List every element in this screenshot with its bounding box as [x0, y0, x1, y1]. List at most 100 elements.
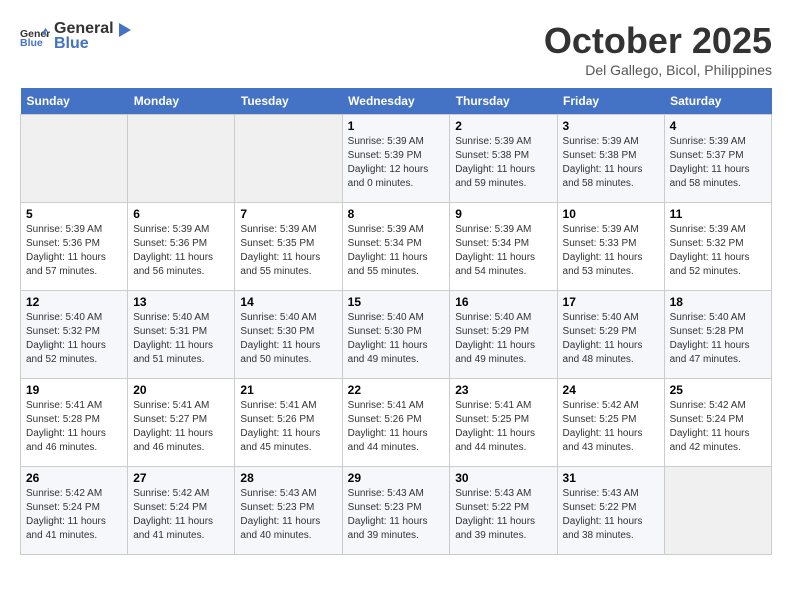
calendar-cell: 28 Sunrise: 5:43 AMSunset: 5:23 PMDayligh…	[235, 467, 342, 555]
cell-details: Sunrise: 5:41 AMSunset: 5:26 PMDaylight:…	[240, 399, 336, 455]
calendar-header-row: SundayMondayTuesdayWednesdayThursdayFrid…	[21, 88, 772, 115]
title-area: October 2025 Del Gallego, Bicol, Philipp…	[544, 20, 772, 78]
calendar-cell: 19 Sunrise: 5:41 AMSunset: 5:28 PMDayligh…	[21, 379, 128, 467]
calendar-cell: 8 Sunrise: 5:39 AMSunset: 5:34 PMDaylight…	[342, 203, 450, 291]
calendar-cell	[664, 467, 771, 555]
calendar-cell: 5 Sunrise: 5:39 AMSunset: 5:36 PMDaylight…	[21, 203, 128, 291]
day-number: 18	[670, 295, 766, 309]
cell-details: Sunrise: 5:43 AMSunset: 5:22 PMDaylight:…	[455, 487, 551, 543]
calendar-cell: 6Sunrise: 5:39 AMSunset: 5:36 PMDaylight…	[128, 203, 235, 291]
cell-details: Sunrise: 5:39 AMSunset: 5:33 PMDaylight:…	[563, 223, 659, 279]
day-number: 13	[133, 295, 229, 309]
cell-details: Sunrise: 5:40 AMSunset: 5:28 PMDaylight:…	[670, 311, 766, 367]
cell-details: Sunrise: 5:41 AMSunset: 5:27 PMDaylight:…	[133, 399, 229, 455]
cell-details: Sunrise: 5:43 AMSunset: 5:22 PMDaylight:…	[563, 487, 659, 543]
calendar-week-row: 26 Sunrise: 5:42 AMSunset: 5:24 PMDayligh…	[21, 467, 772, 555]
day-number: 8	[348, 207, 445, 221]
calendar-cell: 2 Sunrise: 5:39 AMSunset: 5:38 PMDaylight…	[450, 115, 557, 203]
day-number: 26	[26, 471, 122, 485]
day-number: 10	[563, 207, 659, 221]
day-number: 5	[26, 207, 122, 221]
calendar-cell: 20 Sunrise: 5:41 AMSunset: 5:27 PMDayligh…	[128, 379, 235, 467]
cell-details: Sunrise: 5:40 AMSunset: 5:29 PMDaylight:…	[563, 311, 659, 367]
day-number: 1	[348, 119, 445, 133]
cell-details: Sunrise: 5:39 AMSunset: 5:37 PMDaylight:…	[670, 135, 766, 191]
logo: General Blue General Blue	[20, 20, 133, 53]
cell-details: Sunrise: 5:41 AMSunset: 5:26 PMDaylight:…	[348, 399, 445, 455]
calendar-cell	[21, 115, 128, 203]
calendar-cell: 15Sunrise: 5:40 AMSunset: 5:30 PMDayligh…	[342, 291, 450, 379]
calendar-week-row: 5 Sunrise: 5:39 AMSunset: 5:36 PMDaylight…	[21, 203, 772, 291]
cell-details: Sunrise: 5:41 AMSunset: 5:25 PMDaylight:…	[455, 399, 551, 455]
header-day-tuesday: Tuesday	[235, 88, 342, 115]
day-number: 11	[670, 207, 766, 221]
day-number: 20	[133, 383, 229, 397]
day-number: 9	[455, 207, 551, 221]
calendar-cell	[235, 115, 342, 203]
cell-details: Sunrise: 5:39 AMSunset: 5:35 PMDaylight:…	[240, 223, 336, 279]
calendar-cell: 14Sunrise: 5:40 AMSunset: 5:30 PMDayligh…	[235, 291, 342, 379]
header-day-saturday: Saturday	[664, 88, 771, 115]
svg-text:Blue: Blue	[20, 37, 43, 49]
calendar-cell: 26 Sunrise: 5:42 AMSunset: 5:24 PMDayligh…	[21, 467, 128, 555]
cell-details: Sunrise: 5:43 AMSunset: 5:23 PMDaylight:…	[240, 487, 336, 543]
calendar-table: SundayMondayTuesdayWednesdayThursdayFrid…	[20, 88, 772, 555]
calendar-cell: 4 Sunrise: 5:39 AMSunset: 5:37 PMDaylight…	[664, 115, 771, 203]
day-number: 30	[455, 471, 551, 485]
calendar-cell: 21Sunrise: 5:41 AMSunset: 5:26 PMDayligh…	[235, 379, 342, 467]
cell-details: Sunrise: 5:41 AMSunset: 5:28 PMDaylight:…	[26, 399, 122, 455]
day-number: 24	[563, 383, 659, 397]
header-day-sunday: Sunday	[21, 88, 128, 115]
calendar-cell: 18 Sunrise: 5:40 AMSunset: 5:28 PMDayligh…	[664, 291, 771, 379]
day-number: 28	[240, 471, 336, 485]
calendar-week-row: 12 Sunrise: 5:40 AMSunset: 5:32 PMDayligh…	[21, 291, 772, 379]
day-number: 3	[563, 119, 659, 133]
cell-details: Sunrise: 5:40 AMSunset: 5:32 PMDaylight:…	[26, 311, 122, 367]
cell-details: Sunrise: 5:39 AMSunset: 5:38 PMDaylight:…	[455, 135, 551, 191]
header: General Blue General Blue October 2025 D…	[20, 20, 772, 78]
day-number: 31	[563, 471, 659, 485]
calendar-cell: 3 Sunrise: 5:39 AMSunset: 5:38 PMDaylight…	[557, 115, 664, 203]
day-number: 19	[26, 383, 122, 397]
calendar-cell: 30 Sunrise: 5:43 AMSunset: 5:22 PMDayligh…	[450, 467, 557, 555]
cell-details: Sunrise: 5:40 AMSunset: 5:31 PMDaylight:…	[133, 311, 229, 367]
cell-details: Sunrise: 5:42 AMSunset: 5:24 PMDaylight:…	[670, 399, 766, 455]
month-title: October 2025	[544, 20, 772, 62]
day-number: 16	[455, 295, 551, 309]
day-number: 29	[348, 471, 445, 485]
logo-triangle-icon	[115, 21, 133, 39]
calendar-cell: 13 Sunrise: 5:40 AMSunset: 5:31 PMDayligh…	[128, 291, 235, 379]
cell-details: Sunrise: 5:42 AMSunset: 5:24 PMDaylight:…	[26, 487, 122, 543]
calendar-week-row: 1Sunrise: 5:39 AMSunset: 5:39 PMDaylight…	[21, 115, 772, 203]
cell-details: Sunrise: 5:43 AMSunset: 5:23 PMDaylight:…	[348, 487, 445, 543]
day-number: 15	[348, 295, 445, 309]
calendar-cell: 7Sunrise: 5:39 AMSunset: 5:35 PMDaylight…	[235, 203, 342, 291]
cell-details: Sunrise: 5:40 AMSunset: 5:30 PMDaylight:…	[240, 311, 336, 367]
cell-details: Sunrise: 5:39 AMSunset: 5:34 PMDaylight:…	[348, 223, 445, 279]
day-number: 27	[133, 471, 229, 485]
cell-details: Sunrise: 5:40 AMSunset: 5:29 PMDaylight:…	[455, 311, 551, 367]
logo-icon: General Blue	[20, 25, 50, 49]
calendar-cell: 29 Sunrise: 5:43 AMSunset: 5:23 PMDayligh…	[342, 467, 450, 555]
day-number: 25	[670, 383, 766, 397]
calendar-cell: 27Sunrise: 5:42 AMSunset: 5:24 PMDayligh…	[128, 467, 235, 555]
calendar-cell: 10 Sunrise: 5:39 AMSunset: 5:33 PMDayligh…	[557, 203, 664, 291]
day-number: 2	[455, 119, 551, 133]
cell-details: Sunrise: 5:39 AMSunset: 5:36 PMDaylight:…	[26, 223, 122, 279]
cell-details: Sunrise: 5:42 AMSunset: 5:25 PMDaylight:…	[563, 399, 659, 455]
calendar-cell: 31 Sunrise: 5:43 AMSunset: 5:22 PMDayligh…	[557, 467, 664, 555]
calendar-cell: 12 Sunrise: 5:40 AMSunset: 5:32 PMDayligh…	[21, 291, 128, 379]
day-number: 17	[563, 295, 659, 309]
calendar-cell: 17 Sunrise: 5:40 AMSunset: 5:29 PMDayligh…	[557, 291, 664, 379]
day-number: 12	[26, 295, 122, 309]
day-number: 4	[670, 119, 766, 133]
header-day-wednesday: Wednesday	[342, 88, 450, 115]
calendar-cell: 24 Sunrise: 5:42 AMSunset: 5:25 PMDayligh…	[557, 379, 664, 467]
calendar-cell: 1Sunrise: 5:39 AMSunset: 5:39 PMDaylight…	[342, 115, 450, 203]
day-number: 22	[348, 383, 445, 397]
calendar-body: 1Sunrise: 5:39 AMSunset: 5:39 PMDaylight…	[21, 115, 772, 555]
cell-details: Sunrise: 5:39 AMSunset: 5:38 PMDaylight:…	[563, 135, 659, 191]
location: Del Gallego, Bicol, Philippines	[544, 62, 772, 78]
calendar-week-row: 19 Sunrise: 5:41 AMSunset: 5:28 PMDayligh…	[21, 379, 772, 467]
calendar-cell: 22 Sunrise: 5:41 AMSunset: 5:26 PMDayligh…	[342, 379, 450, 467]
